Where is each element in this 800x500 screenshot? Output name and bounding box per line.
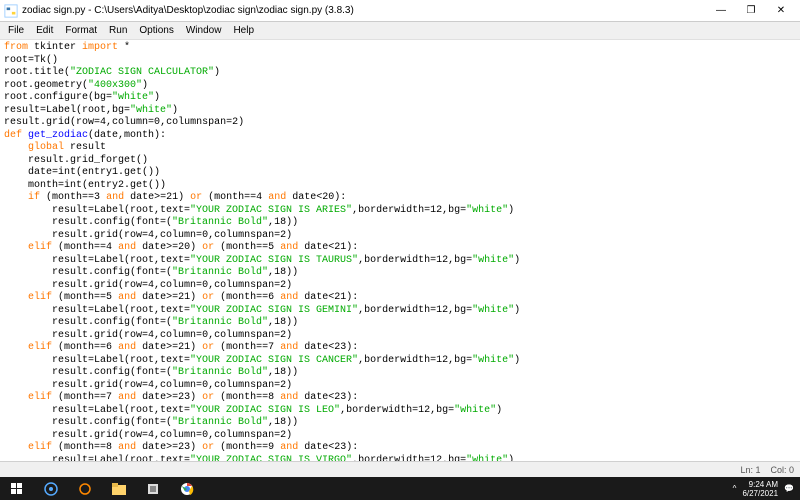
statusbar: Ln: 1 Col: 0 [0, 461, 800, 477]
taskbar: ^ 9:24 AM 6/27/2021 💬 [0, 477, 800, 500]
maximize-button[interactable]: ❐ [736, 1, 766, 21]
status-col: Col: 0 [770, 465, 794, 475]
python-idle-icon [4, 4, 18, 18]
menu-edit[interactable]: Edit [30, 24, 59, 37]
minimize-button[interactable]: — [706, 1, 736, 21]
menu-format[interactable]: Format [59, 24, 103, 37]
taskbar-chrome-icon[interactable] [170, 477, 204, 500]
menu-help[interactable]: Help [227, 24, 260, 37]
taskbar-file-explorer-icon[interactable] [102, 477, 136, 500]
menubar: File Edit Format Run Options Window Help [0, 22, 800, 40]
code-editor[interactable]: from tkinter import * root=Tk() root.tit… [0, 40, 800, 461]
code-content[interactable]: from tkinter import * root=Tk() root.tit… [0, 40, 800, 461]
menu-window[interactable]: Window [180, 24, 228, 37]
tray-chevron-icon[interactable]: ^ [733, 484, 737, 493]
close-button[interactable]: ✕ [766, 1, 796, 21]
window-title: zodiac sign.py - C:\Users\Aditya\Desktop… [22, 5, 706, 16]
taskbar-app-icon[interactable] [68, 477, 102, 500]
tray-clock[interactable]: 9:24 AM 6/27/2021 [742, 480, 778, 498]
menu-options[interactable]: Options [133, 24, 179, 37]
tray-notifications-icon[interactable]: 💬 [784, 484, 794, 493]
titlebar: zodiac sign.py - C:\Users\Aditya\Desktop… [0, 0, 800, 22]
tray-time: 9:24 AM [742, 480, 778, 489]
start-button[interactable] [0, 477, 34, 500]
menu-file[interactable]: File [2, 24, 30, 37]
status-line: Ln: 1 [740, 465, 760, 475]
system-tray[interactable]: ^ 9:24 AM 6/27/2021 💬 [733, 480, 800, 498]
taskbar-app-icon[interactable] [136, 477, 170, 500]
taskbar-app-icon[interactable] [34, 477, 68, 500]
tray-date: 6/27/2021 [742, 489, 778, 498]
menu-run[interactable]: Run [103, 24, 133, 37]
